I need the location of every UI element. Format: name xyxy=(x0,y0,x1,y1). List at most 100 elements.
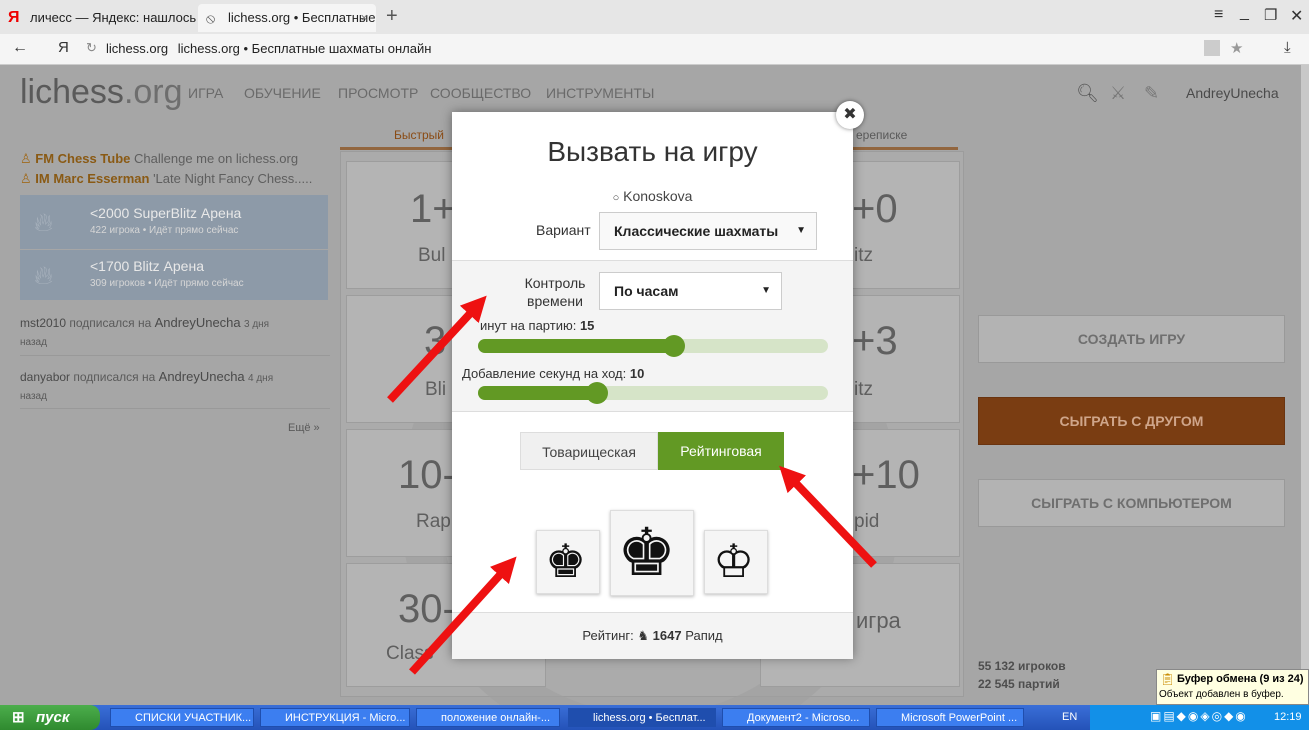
reader-mode-icon[interactable] xyxy=(1204,40,1220,56)
new-tab-button[interactable]: + xyxy=(386,4,398,28)
back-arrow-icon[interactable]: ← xyxy=(12,39,28,57)
tray-icons[interactable]: ▣▤◆◉◈◎◆◉ xyxy=(1150,709,1248,723)
lobby-tab-correspondence[interactable]: ереписке xyxy=(856,128,907,142)
taskbar-item[interactable]: lichess.org • Бесплат... xyxy=(568,708,716,727)
url-field[interactable]: lichess.org lichess.org • Бесплатные шах… xyxy=(106,41,431,56)
language-indicator[interactable]: EN xyxy=(1062,711,1077,723)
time-control-label: Контроль времени xyxy=(512,274,598,310)
nav-prosmotr[interactable]: ПРОСМОТР xyxy=(338,85,418,101)
tournament-info: 309 игроков • Идёт прямо сейчас xyxy=(90,278,244,289)
pool-time: 10- xyxy=(398,453,456,497)
yandex-home-icon[interactable]: Я xyxy=(58,39,69,56)
download-icon[interactable]: ⤓ xyxy=(1284,39,1291,56)
minutes-label-text: инут на партию: xyxy=(480,318,577,333)
pool-name: itz xyxy=(854,379,873,400)
taskbar-item[interactable]: Microsoft PowerPoint ... xyxy=(876,708,1024,727)
scrollbar[interactable] xyxy=(1301,65,1309,705)
timeline-user[interactable]: mst2010 xyxy=(20,316,66,330)
time-control-value: По часам xyxy=(614,283,679,299)
stream-item[interactable]: ♙ FM Chess Tube Challenge me on lichess.… xyxy=(20,151,298,167)
task-label: Microsoft PowerPoint ... xyxy=(901,712,1018,724)
nav-instrumenty[interactable]: ИНСТРУМЕНТЫ xyxy=(546,85,654,101)
pool-name: Rap xyxy=(416,511,451,532)
black-king-button[interactable]: ♚ xyxy=(536,530,600,594)
minutes-slider-handle[interactable] xyxy=(663,335,685,357)
logo-text: lichess xyxy=(20,73,124,111)
clipboard-icon: 📋︎ xyxy=(1160,672,1176,686)
browser-tab-bar: Я личесс — Яндекс: нашлось ⦸ lichess.org… xyxy=(0,0,1309,34)
white-king-button[interactable]: ♔ xyxy=(704,530,768,594)
stream-title: FM Chess Tube xyxy=(35,151,131,166)
nav-obuchenie[interactable]: ОБУЧЕНИЕ xyxy=(244,85,321,101)
random-color-button[interactable]: ♚ xyxy=(610,510,694,596)
nav-soobschestvo[interactable]: СООБЩЕСТВО xyxy=(430,85,531,101)
variant-select[interactable]: Классические шахматы ▼ xyxy=(599,212,817,250)
bookmark-star-icon[interactable]: ★ xyxy=(1230,39,1243,57)
rated-toggle[interactable]: Рейтинговая xyxy=(658,432,784,470)
opponent-name: ○ Konoskova xyxy=(452,188,853,204)
browser-tab-lichess[interactable]: ⦸ lichess.org • Бесплатные × xyxy=(198,4,376,32)
timeline-user[interactable]: danyabor xyxy=(20,370,70,384)
play-with-friend-button[interactable]: СЫГРАТЬ С ДРУГОМ xyxy=(978,397,1285,445)
timeline-entry: mst2010 подписался на AndreyUnecha 3 дня… xyxy=(20,315,330,351)
url-host: lichess.org xyxy=(106,41,169,56)
stream-text: 'Late Night Fancy Chess..... xyxy=(153,171,313,186)
browser-tab-yandex[interactable]: Я личесс — Яндекс: нашлось xyxy=(0,4,196,32)
timeline-when: назад xyxy=(20,337,47,348)
time-control-select[interactable]: По часам ▼ xyxy=(599,272,782,310)
window-close-icon[interactable]: ✕ xyxy=(1290,6,1303,26)
yandex-logo-icon: Я xyxy=(8,9,20,26)
offline-status-icon: ○ xyxy=(612,192,620,204)
minutes-slider[interactable] xyxy=(478,335,828,357)
user-menu[interactable]: AndreyUnecha xyxy=(1186,85,1279,101)
rating-info: Рейтинг: ♞ 1647 Рапид xyxy=(452,628,853,644)
clipboard-popup-title: Буфер обмена (9 из 24) xyxy=(1177,673,1304,685)
taskbar-item[interactable]: положение онлайн-... xyxy=(416,708,560,727)
pool-time: 3 xyxy=(424,319,447,363)
close-tab-icon[interactable]: × xyxy=(360,4,368,32)
window-menu-icon[interactable]: ≡ xyxy=(1214,6,1223,24)
reload-icon[interactable]: ↻ xyxy=(86,40,97,56)
modal-close-button[interactable]: ✖ xyxy=(836,101,864,129)
stream-item[interactable]: ♙ IM Marc Esserman 'Late Night Fancy Che… xyxy=(20,171,312,187)
swords-icon[interactable]: ⚔ xyxy=(1110,83,1126,104)
tournament-item[interactable]: 🔥︎ <1700 Blitz Арена 309 игроков • Идёт … xyxy=(20,250,328,300)
clipboard-popup[interactable]: 📋︎ Буфер обмена (9 из 24) Объект добавле… xyxy=(1156,669,1309,705)
fire-icon: 🔥︎ xyxy=(34,207,54,237)
task-label: lichess.org • Бесплат... xyxy=(593,712,706,724)
timeline-more-link[interactable]: Ещё » xyxy=(288,422,320,434)
close-icon: ✖ xyxy=(843,106,857,123)
pool-name: Bul xyxy=(418,245,446,266)
players-count: 55 132 игроков xyxy=(978,659,1066,673)
task-label: СПИСКИ УЧАСТНИК... xyxy=(135,712,252,724)
lobby-tab-quick[interactable]: Быстрый xyxy=(394,128,444,142)
casual-toggle[interactable]: Товарищеская xyxy=(520,432,658,470)
pool-time: +3 xyxy=(852,319,898,363)
create-game-button[interactable]: СОЗДАТЬ ИГРУ xyxy=(978,315,1285,363)
taskbar-item[interactable]: ИНСТРУКЦИЯ - Micro... xyxy=(260,708,410,727)
window-minimize-icon[interactable]: _ xyxy=(1240,4,1249,22)
pool-time: 1+ xyxy=(410,187,456,231)
play-with-computer-button[interactable]: СЫГРАТЬ С КОМПЬЮТЕРОМ xyxy=(978,479,1285,527)
streamer-icon: ♙ xyxy=(20,171,32,186)
site-logo[interactable]: lichess.org xyxy=(20,73,183,112)
notifications-off-icon[interactable]: ✎ xyxy=(1144,83,1159,104)
search-icon[interactable]: 🔍︎ xyxy=(1076,83,1099,104)
increment-slider-handle[interactable] xyxy=(586,382,608,404)
tournament-item[interactable]: 🔥︎ <2000 SuperBlitz Арена 422 игрока • И… xyxy=(20,195,328,249)
start-button[interactable]: ⊞ пуск xyxy=(0,705,100,730)
rating-value: 1647 xyxy=(652,628,682,643)
taskbar-item[interactable]: СПИСКИ УЧАСТНИК... xyxy=(110,708,254,727)
timeline-when: 3 дня xyxy=(243,319,270,330)
increment-slider[interactable] xyxy=(478,382,828,404)
taskbar-item[interactable]: Документ2 - Microso... xyxy=(722,708,870,727)
nav-igra[interactable]: ИГРА xyxy=(188,85,223,101)
divider xyxy=(20,355,330,356)
chevron-down-icon: ▼ xyxy=(761,285,771,296)
window-maximize-icon[interactable]: ❐ xyxy=(1264,6,1277,24)
games-count: 22 545 партий xyxy=(978,677,1060,691)
timeline-target[interactable]: AndreyUnecha xyxy=(159,369,245,384)
timeline-target[interactable]: AndreyUnecha xyxy=(155,315,241,330)
task-label: положение онлайн-... xyxy=(441,712,551,724)
tournament-name: <2000 SuperBlitz Арена xyxy=(90,205,242,221)
